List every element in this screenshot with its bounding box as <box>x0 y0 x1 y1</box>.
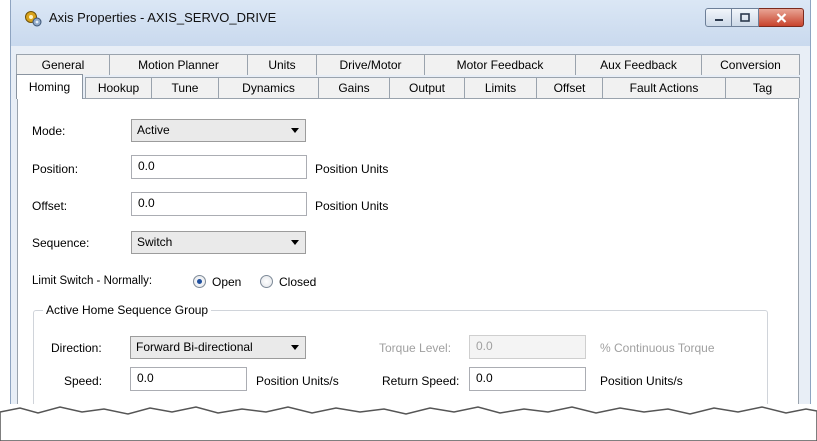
title-bar[interactable]: Axis Properties - AXIS_SERVO_DRIVE <box>11 0 810 46</box>
tab-drive-motor[interactable]: Drive/Motor <box>316 54 425 75</box>
window-title: Axis Properties - AXIS_SERVO_DRIVE <box>49 10 277 25</box>
tab-limits[interactable]: Limits <box>464 77 537 98</box>
limit-switch-label: Limit Switch - Normally: <box>32 275 153 287</box>
return-speed-value: 0.0 <box>476 371 493 385</box>
radio-selected-dot <box>197 279 202 284</box>
tab-offset[interactable]: Offset <box>536 77 603 98</box>
offset-input[interactable]: 0.0 <box>131 192 307 216</box>
mode-value: Active <box>137 123 170 137</box>
close-icon <box>776 12 786 23</box>
group-title: Active Home Sequence Group <box>43 303 212 317</box>
return-speed-label: Return Speed: <box>382 374 460 388</box>
window-controls <box>705 8 804 27</box>
speed-input[interactable]: 0.0 <box>130 367 247 391</box>
tab-hookup[interactable]: Hookup <box>85 77 152 98</box>
open-radio[interactable] <box>193 275 206 288</box>
tab-gains[interactable]: Gains <box>318 77 390 98</box>
position-input[interactable]: 0.0 <box>131 155 307 179</box>
return-speed-input[interactable]: 0.0 <box>469 367 586 391</box>
maximize-icon <box>740 13 750 22</box>
return-speed-units: Position Units/s <box>600 374 683 388</box>
homing-panel: Mode: Active Position: 0.0 Position Unit… <box>17 98 799 412</box>
position-label: Position: <box>32 162 79 176</box>
chevron-down-icon <box>291 128 299 133</box>
direction-label: Direction: <box>51 341 102 355</box>
tab-dynamics[interactable]: Dynamics <box>218 77 319 98</box>
minimize-button[interactable] <box>705 8 732 27</box>
position-value: 0.0 <box>138 159 155 173</box>
mode-label: Mode: <box>32 124 66 138</box>
sequence-label: Sequence: <box>32 236 90 250</box>
minimize-icon <box>714 18 723 21</box>
torn-edge <box>0 404 817 441</box>
gears-icon <box>25 11 42 27</box>
tab-conversion[interactable]: Conversion <box>701 54 800 75</box>
tab-homing[interactable]: Homing <box>16 74 83 99</box>
tab-tag[interactable]: Tag <box>725 77 800 98</box>
sequence-dropdown[interactable]: Switch <box>131 231 306 254</box>
torque-level-input[interactable]: 0.0 <box>469 335 586 359</box>
tab-motion-planner[interactable]: Motion Planner <box>109 54 248 75</box>
offset-units: Position Units <box>315 199 389 213</box>
position-units: Position Units <box>315 162 389 176</box>
maximize-button[interactable] <box>732 8 759 27</box>
sequence-value: Switch <box>137 235 173 249</box>
speed-value: 0.0 <box>137 371 154 385</box>
active-home-sequence-group: Active Home Sequence Group Direction: Fo… <box>33 303 768 412</box>
tab-motor-feedback[interactable]: Motor Feedback <box>424 54 576 75</box>
offset-value: 0.0 <box>138 196 155 210</box>
tab-row-back: General Motion Planner Units Drive/Motor… <box>11 54 810 75</box>
tab-aux-feedback[interactable]: Aux Feedback <box>575 54 702 75</box>
chevron-down-icon <box>291 240 299 245</box>
mode-dropdown[interactable]: Active <box>131 119 306 142</box>
axis-properties-window: Axis Properties - AXIS_SERVO_DRIVE Gener… <box>10 0 811 412</box>
direction-dropdown[interactable]: Forward Bi-directional <box>130 336 306 359</box>
chevron-down-icon <box>291 345 299 350</box>
tab-general[interactable]: General <box>16 54 110 75</box>
direction-value: Forward Bi-directional <box>136 340 253 354</box>
offset-label: Offset: <box>32 199 68 213</box>
tab-output[interactable]: Output <box>389 77 465 98</box>
torque-units: % Continuous Torque <box>600 341 715 355</box>
torque-level-value: 0.0 <box>476 339 493 353</box>
speed-units: Position Units/s <box>256 374 339 388</box>
closed-radio[interactable] <box>260 275 273 288</box>
open-radio-label[interactable]: Open <box>212 275 241 289</box>
tab-row-front: Homing Hookup Tune Dynamics Gains Output… <box>11 74 810 99</box>
torque-level-label: Torque Level: <box>379 341 452 355</box>
tab-fault-actions[interactable]: Fault Actions <box>602 77 726 98</box>
close-button[interactable] <box>759 8 804 27</box>
tab-units[interactable]: Units <box>247 54 317 75</box>
closed-radio-label[interactable]: Closed <box>279 275 316 289</box>
speed-label: Speed: <box>64 374 103 388</box>
tab-tune[interactable]: Tune <box>151 77 219 98</box>
